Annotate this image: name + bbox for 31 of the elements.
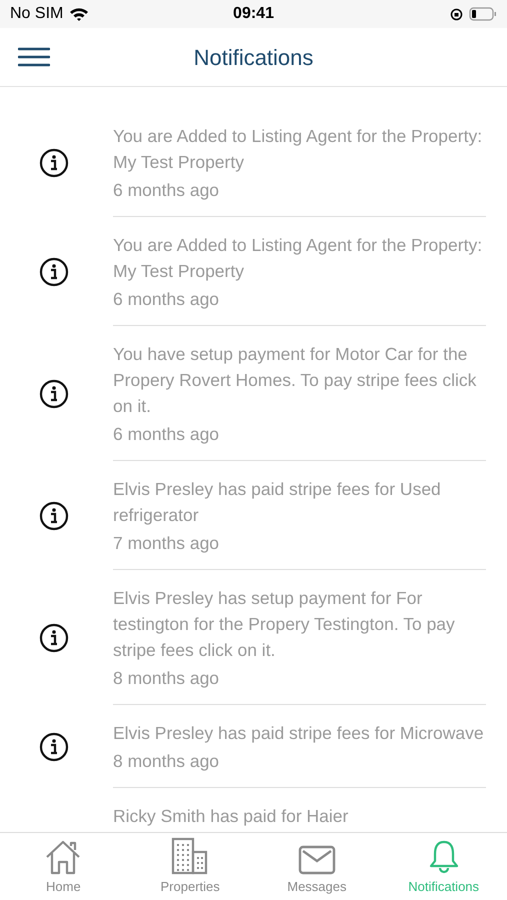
menu-icon[interactable] <box>18 47 50 67</box>
orientation-lock-icon <box>450 8 463 20</box>
notification-time: 6 months ago <box>113 423 220 446</box>
notification-message: You are Added to Listing Agent for the Property: My Test Property <box>113 125 484 174</box>
notification-message: Elvis Presley has paid stripe fees for Microwave <box>113 722 485 745</box>
notification-time: 6 months ago <box>113 288 220 311</box>
tab-bar-item[interactable]: Properties <box>126 833 254 900</box>
envelope-icon <box>298 844 336 874</box>
info-icon <box>38 148 68 178</box>
notification-time: 8 months ago <box>113 750 220 773</box>
wifi-icon <box>69 6 90 22</box>
tab-bar-item[interactable]: Home <box>0 833 127 900</box>
notification-message: Elvis Presley has paid stripe fees for Used refrigerator <box>113 478 442 527</box>
notification-message: Elvis Presley has setup payment for For testington for the Propery Testington. To pay stripe fees click on it. <box>113 587 456 662</box>
carrier-text: No SIM <box>10 4 64 24</box>
screen-title: Notifications <box>194 44 314 72</box>
info-icon <box>38 500 68 530</box>
clock-text: 09:41 <box>233 4 274 24</box>
tab-bar-item[interactable]: Notifications <box>380 833 507 900</box>
tab-bar-item[interactable]: Messages <box>254 833 380 900</box>
info-icon <box>38 256 68 286</box>
notification-message: Ricky Smith has paid for Haier <box>113 805 350 828</box>
notification-time: 6 months ago <box>113 179 220 202</box>
notification-time: 8 months ago <box>113 667 220 690</box>
notification-message: You are Added to Listing Agent for the Property: My Test Property <box>113 234 484 283</box>
notification-message: You have setup payment for Motor Car for the Propery Rovert Homes. To pay stripe fees click on it. <box>113 343 478 418</box>
battery-icon <box>469 7 497 21</box>
notification-time: 7 months ago <box>113 532 220 555</box>
info-icon <box>38 622 68 652</box>
info-icon <box>38 378 68 408</box>
info-icon <box>38 732 68 762</box>
